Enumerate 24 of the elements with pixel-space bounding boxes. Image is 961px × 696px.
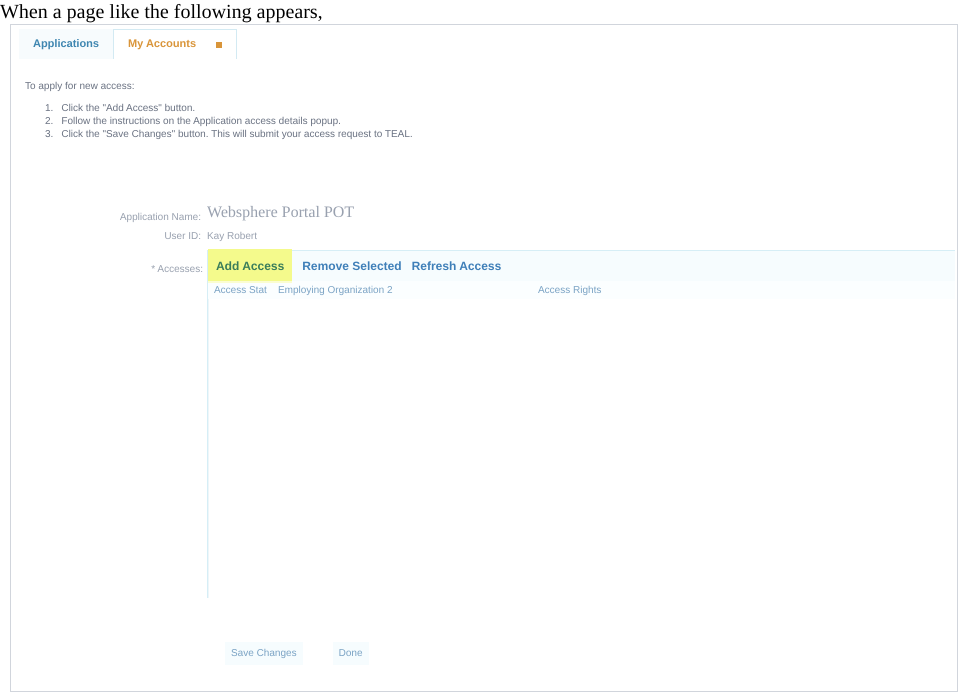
- step-number: 1.: [45, 102, 54, 115]
- column-header[interactable]: Access Rights: [532, 282, 732, 298]
- action-link[interactable]: Add Access: [208, 249, 292, 283]
- step-text: Follow the instructions on the Application access details popup.: [61, 115, 341, 128]
- action-button[interactable]: Done: [332, 642, 369, 665]
- step-number: 2.: [45, 115, 54, 128]
- step-text: Click the "Save Changes" button. This will submit your access request to TEAL.: [61, 128, 413, 141]
- tab[interactable]: My Accounts: [113, 29, 238, 59]
- close-icon[interactable]: [216, 42, 222, 48]
- tab[interactable]: Applications: [19, 29, 114, 59]
- action-link[interactable]: Refresh Access: [412, 257, 502, 275]
- column-header[interactable]: Employing Organization 2: [272, 282, 532, 298]
- field-value: Websphere Portal POT: [207, 203, 354, 223]
- instruction-text: To apply for new access:: [25, 80, 136, 94]
- field-label: * Accesses:: [150, 263, 204, 277]
- field-value: Kay Robert: [207, 230, 258, 244]
- caption-text: When a page like the following appears,: [0, 0, 323, 24]
- column-header[interactable]: Access Stat: [208, 282, 272, 298]
- step-number: 3.: [45, 128, 54, 141]
- step-text: Click the "Add Access" button.: [61, 102, 196, 115]
- field-label: User ID:: [163, 230, 202, 244]
- action-link[interactable]: Remove Selected: [302, 257, 402, 275]
- action-button[interactable]: Save Changes: [225, 642, 303, 665]
- field-label: Application Name:: [118, 211, 202, 225]
